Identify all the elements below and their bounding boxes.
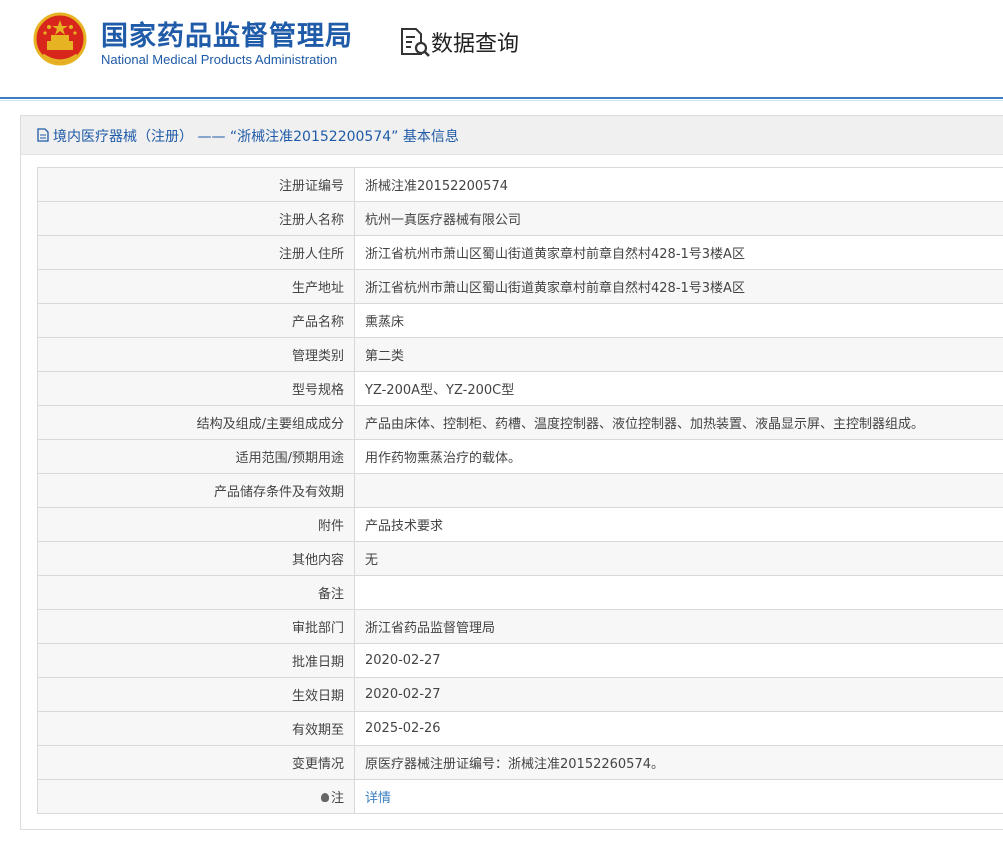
- note-label: 注: [330, 791, 344, 806]
- header-divider: [0, 97, 1003, 99]
- document-search-icon: [401, 28, 430, 57]
- field-value: 产品技术要求: [354, 507, 1003, 542]
- field-label: 结构及组成/主要组成成分: [37, 405, 355, 440]
- field-label: 生效日期: [37, 677, 355, 712]
- info-panel: 境内医疗器械（注册） —— “浙械注准20152200574” 基本信息 注册证…: [20, 115, 1003, 830]
- field-value: 2020-02-27: [354, 643, 1003, 678]
- field-label: 审批部门: [37, 609, 355, 644]
- table-row: 结构及组成/主要组成成分 产品由床体、控制柜、药槽、温度控制器、液位控制器、加热装…: [37, 405, 1003, 440]
- field-label: 附件: [37, 507, 355, 542]
- field-label: 注册人名称: [37, 201, 355, 236]
- table-row-note: 注 详情: [37, 779, 1003, 814]
- document-icon: [37, 128, 49, 142]
- field-label: 产品储存条件及有效期: [37, 473, 355, 508]
- note-value-cell: 详情: [354, 779, 1003, 814]
- field-label: 变更情况: [37, 745, 355, 780]
- info-table: 注册证编号 浙械注准20152200574 注册人名称 杭州一真医疗器械有限公司 注册人…: [37, 167, 1003, 814]
- data-query-title: 数据查询: [431, 32, 520, 57]
- field-value: 原医疗器械注册证编号：浙械注准20152260574。: [354, 745, 1003, 780]
- field-value: 第二类: [354, 337, 1003, 372]
- panel-header: 境内医疗器械（注册） —— “浙械注准20152200574” 基本信息: [21, 116, 1003, 155]
- field-value: 无: [354, 541, 1003, 576]
- field-label: 生产地址: [37, 269, 355, 304]
- field-label: 注册人住所: [37, 235, 355, 270]
- field-value: 2025-02-26: [354, 711, 1003, 746]
- field-label: 注册证编号: [37, 167, 355, 202]
- field-value: YZ-200A型、YZ-200C型: [354, 371, 1003, 406]
- panel-title: 境内医疗器械（注册） —— “浙械注准20152200574” 基本信息: [53, 129, 459, 145]
- table-row: 备注: [37, 575, 1003, 610]
- field-label: 管理类别: [37, 337, 355, 372]
- field-label: 批准日期: [37, 643, 355, 678]
- table-row: 生效日期 2020-02-27: [37, 677, 1003, 712]
- field-label: 产品名称: [37, 303, 355, 338]
- field-value: 产品由床体、控制柜、药槽、温度控制器、液位控制器、加热装置、液晶显示屏、主控制器…: [354, 405, 1003, 440]
- field-value: 熏蒸床: [354, 303, 1003, 338]
- field-label: 适用范围/预期用途: [37, 439, 355, 474]
- table-row: 注册证编号 浙械注准20152200574: [37, 167, 1003, 202]
- table-row: 审批部门 浙江省药品监督管理局: [37, 609, 1003, 644]
- details-link[interactable]: 详情: [365, 791, 391, 806]
- field-value: 浙江省杭州市萧山区蜀山街道黄家章村前章自然村428-1号3楼A区: [354, 269, 1003, 304]
- table-row: 变更情况 原医疗器械注册证编号：浙械注准20152260574。: [37, 745, 1003, 780]
- table-row: 产品名称 熏蒸床: [37, 303, 1003, 338]
- note-label-cell: 注: [37, 779, 355, 814]
- agency-name-cn: 国家药品监督管理局: [101, 21, 353, 52]
- agency-name-en: National Medical Products Administration: [101, 52, 338, 67]
- field-value: 2020-02-27: [354, 677, 1003, 712]
- site-header: 国家药品监督管理局 National Medical Products Admi…: [0, 0, 1003, 98]
- table-row: 其他内容无: [37, 541, 1003, 576]
- field-label: 型号规格: [37, 371, 355, 406]
- table-row: 型号规格 YZ-200A型、YZ-200C型: [37, 371, 1003, 406]
- header-divider-light: [0, 100, 1003, 101]
- table-row: 管理类别 第二类: [37, 337, 1003, 372]
- field-value: 用作药物熏蒸治疗的载体。: [354, 439, 1003, 474]
- field-value: 浙械注准20152200574: [354, 167, 1003, 202]
- field-label: 备注: [37, 575, 355, 610]
- table-row: 生产地址 浙江省杭州市萧山区蜀山街道黄家章村前章自然村428-1号3楼A区: [37, 269, 1003, 304]
- table-row: 批准日期 2020-02-27: [37, 643, 1003, 678]
- table-row: 附件 产品技术要求: [37, 507, 1003, 542]
- bulb-icon: [320, 793, 329, 802]
- field-value: 杭州一真医疗器械有限公司: [354, 201, 1003, 236]
- field-label: 其他内容: [37, 541, 355, 576]
- field-value: 浙江省杭州市萧山区蜀山街道黄家章村前章自然村428-1号3楼A区: [354, 235, 1003, 270]
- field-value: [354, 575, 1003, 610]
- table-row: 产品储存条件及有效期: [37, 473, 1003, 508]
- table-row: 注册人名称 杭州一真医疗器械有限公司: [37, 201, 1003, 236]
- national-emblem-icon: [33, 12, 87, 66]
- field-value: [354, 473, 1003, 508]
- field-value: 浙江省药品监督管理局: [354, 609, 1003, 644]
- table-row: 适用范围/预期用途 用作药物熏蒸治疗的载体。: [37, 439, 1003, 474]
- table-row: 注册人住所 浙江省杭州市萧山区蜀山街道黄家章村前章自然村428-1号3楼A区: [37, 235, 1003, 270]
- table-row: 有效期至 2025-02-26: [37, 711, 1003, 746]
- field-label: 有效期至: [37, 711, 355, 746]
